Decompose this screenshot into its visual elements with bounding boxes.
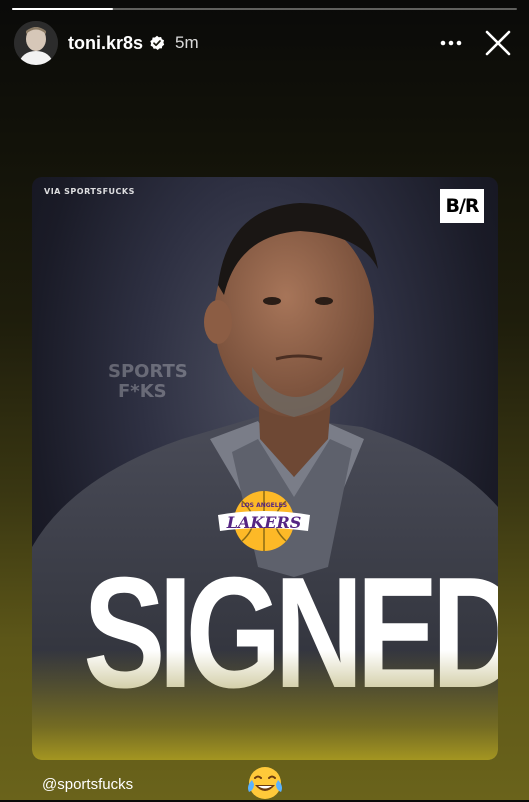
face-with-tears-of-joy-icon xyxy=(248,767,282,799)
post-time: 5m xyxy=(175,33,199,52)
via-credit: VIA SPORTSFUCKS xyxy=(44,187,135,196)
username[interactable]: toni.kr8s xyxy=(68,33,143,54)
story-post-image[interactable]: VIA SPORTSFUCKS B/R SPORTS F*KS LOS ANGE… xyxy=(32,177,498,760)
svg-text:SPORTS: SPORTS xyxy=(108,361,188,382)
more-horizontal-icon xyxy=(440,40,462,46)
close-icon xyxy=(485,30,511,56)
avatar[interactable] xyxy=(14,21,58,65)
story-header: toni.kr8s 5m xyxy=(14,20,515,66)
more-options-button[interactable] xyxy=(435,27,467,59)
close-button[interactable] xyxy=(481,26,515,60)
story-progress-bar xyxy=(12,8,517,10)
sportsfucks-watermark: SPORTS F*KS xyxy=(108,361,188,402)
svg-text:LAKERS: LAKERS xyxy=(226,513,302,532)
verified-badge-icon xyxy=(150,35,165,50)
bleacher-report-logo: B/R xyxy=(440,189,484,223)
svg-text:LOS ANGELES: LOS ANGELES xyxy=(241,502,287,509)
svg-text:F*KS: F*KS xyxy=(118,381,167,402)
gold-gradient-overlay xyxy=(32,650,498,760)
mention-sticker[interactable]: @sportsfucks xyxy=(42,776,133,793)
story-progress-fill xyxy=(12,8,113,10)
